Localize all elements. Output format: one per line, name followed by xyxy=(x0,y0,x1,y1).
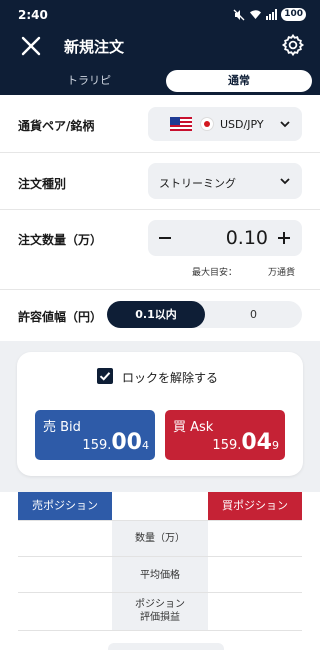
close-icon xyxy=(21,36,41,56)
tab-trarepi[interactable]: トラリピ xyxy=(14,70,164,92)
wifi-icon xyxy=(250,10,262,19)
pair-row: 通貨ペア/銘柄 USD/JPY xyxy=(0,95,320,153)
slippage-segment: 0.1以内 0 xyxy=(107,301,302,328)
max-estimate-unit: 万通貨 xyxy=(268,268,296,278)
pnl-row-label-line2: 評価損益 xyxy=(140,612,180,623)
buy-ask-button[interactable]: 買 Ask 159.049 xyxy=(165,410,285,460)
order-type-row: 注文種別 ストリーミング xyxy=(0,153,320,210)
row-divider xyxy=(18,592,302,593)
quantity-stepper: 0.10 xyxy=(148,220,302,256)
unlock-label: ロックを解除する xyxy=(122,371,219,385)
quantity-row-label: 数量（万） xyxy=(135,533,185,544)
buy-position-header: 買ポジション xyxy=(208,492,302,520)
bid-price: 159.004 xyxy=(82,430,149,455)
row-divider xyxy=(18,520,302,521)
avg-price-row-label: 平均価格 xyxy=(140,570,180,581)
signal-icon xyxy=(266,9,278,20)
jp-flag-icon xyxy=(200,117,214,131)
sell-position-header: 売ポジション xyxy=(18,492,112,520)
gear-icon xyxy=(281,33,305,57)
bottom-handle[interactable] xyxy=(108,643,224,650)
ask-price: 159.049 xyxy=(212,430,279,455)
position-table: 売ポジション 買ポジション 数量（万） 平均価格 ポジション 評価損益 xyxy=(0,492,320,650)
us-flag-icon xyxy=(170,117,192,131)
order-type-select[interactable]: ストリーミング xyxy=(148,163,302,199)
battery-indicator: 100 xyxy=(281,8,306,21)
row-divider xyxy=(18,630,302,631)
pair-value: USD/JPY xyxy=(220,118,264,131)
quantity-label: 注文数量（万） xyxy=(18,233,103,247)
order-type-label: 注文種別 xyxy=(18,177,67,191)
row-divider xyxy=(18,556,302,557)
chevron-down-icon xyxy=(280,178,290,185)
pair-select[interactable]: USD/JPY xyxy=(148,107,302,141)
plus-icon xyxy=(278,232,290,244)
pair-label: 通貨ペア/銘柄 xyxy=(18,119,95,133)
slippage-option-0[interactable]: 0.1以内 xyxy=(107,301,205,328)
bid-label: 売 Bid xyxy=(43,420,81,435)
status-time: 2:40 xyxy=(18,8,48,22)
slippage-label: 許容値幅（円） xyxy=(18,310,103,324)
mute-icon xyxy=(233,9,245,20)
page-title: 新規注文 xyxy=(64,38,125,56)
status-bar: 2:40 100 xyxy=(0,0,320,30)
order-tabs: トラリピ 通常 xyxy=(0,70,320,92)
chevron-down-icon xyxy=(280,121,290,128)
sell-bid-button[interactable]: 売 Bid 159.004 xyxy=(35,410,155,460)
app-header: 2:40 100 新規注文 トラリピ 通常 xyxy=(0,0,320,95)
pnl-row-label-line1: ポジション xyxy=(135,599,185,610)
checkmark-icon xyxy=(99,372,111,381)
close-button[interactable] xyxy=(20,35,42,57)
slippage-option-1[interactable]: 0 xyxy=(205,301,302,328)
unlock-checkbox[interactable] xyxy=(97,368,113,384)
ask-label: 買 Ask xyxy=(173,420,214,435)
settings-button[interactable] xyxy=(281,33,305,57)
tab-normal[interactable]: 通常 xyxy=(166,70,312,92)
increment-button[interactable] xyxy=(272,226,296,250)
quantity-value[interactable]: 0.10 xyxy=(188,227,268,249)
order-type-value: ストリーミング xyxy=(159,177,236,190)
status-icons: 100 xyxy=(233,8,306,21)
max-estimate-label: 最大目安： xyxy=(192,268,238,278)
decrement-button[interactable] xyxy=(153,226,177,250)
minus-icon xyxy=(159,237,171,239)
